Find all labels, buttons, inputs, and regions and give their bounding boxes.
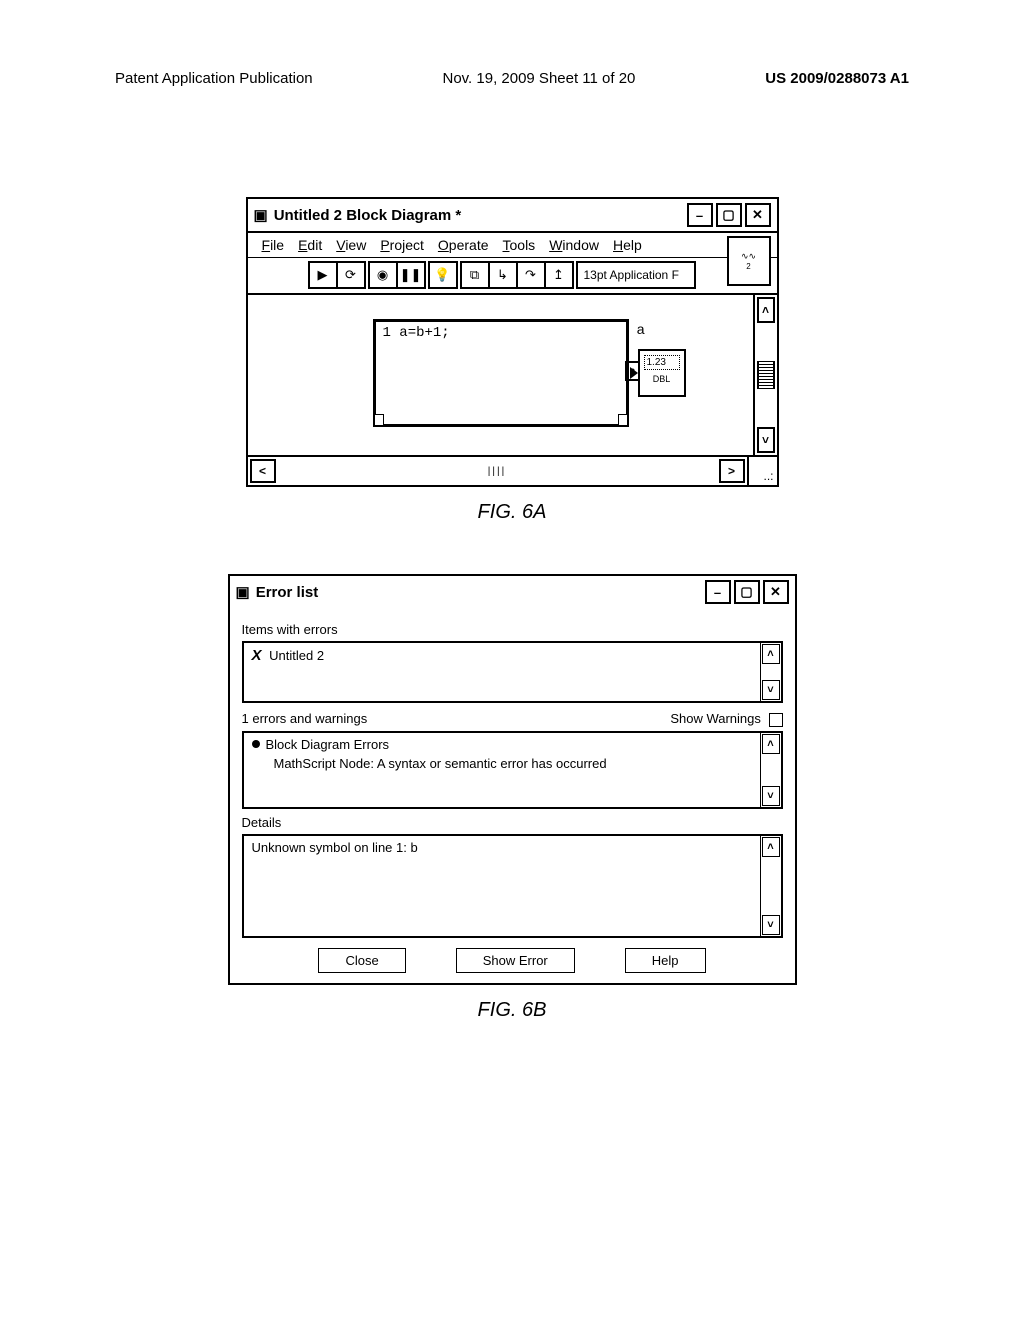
scroll-down-button[interactable]: ˅ [762, 915, 780, 935]
numeric-indicator[interactable]: 1.23 DBL [638, 349, 686, 397]
indicator-arrow-icon [630, 367, 638, 379]
indicator-type: DBL [640, 374, 684, 384]
toolbar: ▶ ⟳ ◉ ❚❚ 💡 ⧉ ↳ ↷ ↥ 13pt Application F [248, 257, 777, 295]
app-icon: ▣ [236, 583, 250, 601]
output-terminal-label: a [637, 321, 645, 337]
menu-file[interactable]: File [262, 237, 285, 253]
error-entry[interactable]: MathScript Node: A syntax or semantic er… [252, 756, 752, 771]
details-text: Unknown symbol on line 1: b [244, 836, 760, 936]
scroll-down-button[interactable]: ˅ [757, 427, 775, 453]
diagram-canvas[interactable]: 1 a=b+1; a a 1.23 DBL [248, 295, 753, 455]
scroll-left-button[interactable]: ˂ [250, 459, 276, 483]
run-button[interactable]: ▶ [310, 263, 336, 287]
figure-6a-caption: FIG. 6A [478, 501, 547, 524]
error-list-window: ▣ Error list – ▢ ✕ Items with errors X U… [228, 574, 797, 985]
menu-tools[interactable]: Tools [503, 237, 536, 253]
scroll-track[interactable]: |||| [278, 457, 717, 485]
bullet-icon [252, 740, 260, 748]
error-count-label: 1 errors and warnings [242, 711, 368, 726]
details-label: Details [242, 815, 783, 830]
window-a-title: Untitled 2 Block Diagram * [274, 207, 462, 224]
menu-project[interactable]: Project [380, 237, 424, 253]
errors-listbox[interactable]: Block Diagram Errors MathScript Node: A … [242, 731, 783, 809]
app-icon: ▣ [254, 206, 268, 224]
show-error-button[interactable]: Show Error [456, 948, 575, 973]
details-box[interactable]: Unknown symbol on line 1: b ˄ ˅ [242, 834, 783, 938]
vertical-scrollbar[interactable]: ˄ ˅ [753, 295, 777, 455]
close-button[interactable]: ✕ [763, 580, 789, 604]
step-into-button[interactable]: ↳ [488, 263, 516, 287]
page-header: Patent Application Publication Nov. 19, … [0, 0, 1024, 87]
window-b-title: Error list [256, 584, 319, 601]
scroll-down-button[interactable]: ˅ [762, 786, 780, 806]
scroll-thumb[interactable] [757, 361, 775, 389]
menu-view[interactable]: View [336, 237, 366, 253]
scroll-up-button[interactable]: ˄ [762, 644, 780, 664]
menu-edit[interactable]: Edit [298, 237, 322, 253]
window-a-titlebar[interactable]: ▣ Untitled 2 Block Diagram * – ▢ ✕ [248, 199, 777, 231]
pub-label: Patent Application Publication [115, 70, 313, 87]
indicator-value: 1.23 [644, 355, 680, 370]
scroll-down-button[interactable]: ˅ [762, 680, 780, 700]
pause-button[interactable]: ❚❚ [396, 263, 424, 287]
menubar: File Edit View Project Operate Tools Win… [248, 231, 777, 257]
items-with-errors-label: Items with errors [242, 622, 783, 637]
close-button[interactable]: Close [318, 948, 405, 973]
highlight-exec-button[interactable]: 💡 [430, 263, 456, 287]
error-group-header: Block Diagram Errors [266, 737, 390, 752]
maximize-button[interactable]: ▢ [734, 580, 760, 604]
vi-icon[interactable]: ∿∿ 2 [727, 236, 771, 286]
horizontal-scrollbar[interactable]: ˂ |||| ˃ ..: [248, 455, 777, 485]
step-over-button[interactable]: ↷ [516, 263, 544, 287]
items-listbox[interactable]: X Untitled 2 ˄ ˅ [242, 641, 783, 703]
window-b-titlebar[interactable]: ▣ Error list – ▢ ✕ [230, 576, 795, 608]
step-out-button[interactable]: ↥ [544, 263, 572, 287]
mathscript-node[interactable]: 1 a=b+1; a a [373, 319, 629, 427]
figure-6b-caption: FIG. 6B [478, 999, 547, 1022]
show-warnings-label: Show Warnings [670, 711, 761, 726]
resize-handle-icon[interactable] [374, 414, 384, 426]
mathscript-code[interactable]: 1 a=b+1; [383, 325, 450, 341]
menu-window[interactable]: Window [549, 237, 599, 253]
minimize-button[interactable]: – [705, 580, 731, 604]
scroll-right-button[interactable]: ˃ [719, 459, 745, 483]
font-selector[interactable]: 13pt Application F [576, 261, 696, 289]
abort-button[interactable]: ◉ [370, 263, 396, 287]
resize-handle-icon[interactable] [618, 414, 628, 426]
show-warnings-checkbox[interactable] [769, 713, 783, 727]
menu-operate[interactable]: Operate [438, 237, 489, 253]
help-button[interactable]: Help [625, 948, 706, 973]
error-item[interactable]: Untitled 2 [269, 648, 324, 663]
error-x-icon: X [252, 647, 262, 664]
retain-wire-button[interactable]: ⧉ [462, 263, 488, 287]
scroll-up-button[interactable]: ˄ [762, 734, 780, 754]
run-cont-button[interactable]: ⟳ [336, 263, 364, 287]
minimize-button[interactable]: – [687, 203, 713, 227]
scroll-up-button[interactable]: ˄ [757, 297, 775, 323]
pub-number: US 2009/0288073 A1 [765, 70, 909, 87]
block-diagram-window: ▣ Untitled 2 Block Diagram * – ▢ ✕ File … [246, 197, 779, 487]
date-sheet: Nov. 19, 2009 Sheet 11 of 20 [442, 70, 635, 87]
maximize-button[interactable]: ▢ [716, 203, 742, 227]
close-button[interactable]: ✕ [745, 203, 771, 227]
window-resize-grip[interactable]: ..: [747, 457, 777, 485]
menu-help[interactable]: Help [613, 237, 642, 253]
scroll-up-button[interactable]: ˄ [762, 837, 780, 857]
